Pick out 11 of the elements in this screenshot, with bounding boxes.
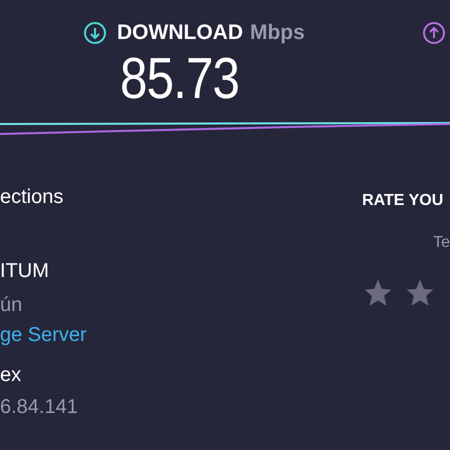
download-label: DOWNLOAD: [117, 20, 243, 46]
download-speed: 85.73: [120, 46, 240, 110]
provider-name: ITUM: [0, 258, 50, 284]
connections-label: ections: [0, 184, 64, 210]
rate-title: RATE YOU: [362, 190, 444, 210]
ip-address: 6.84.141: [0, 394, 79, 420]
server-location: ún: [0, 292, 24, 318]
host-name: ex: [0, 362, 22, 388]
change-server-link[interactable]: ge Server: [0, 320, 328, 348]
rate-subtitle: Te: [433, 232, 450, 252]
unit-label: Mbps: [250, 20, 305, 46]
